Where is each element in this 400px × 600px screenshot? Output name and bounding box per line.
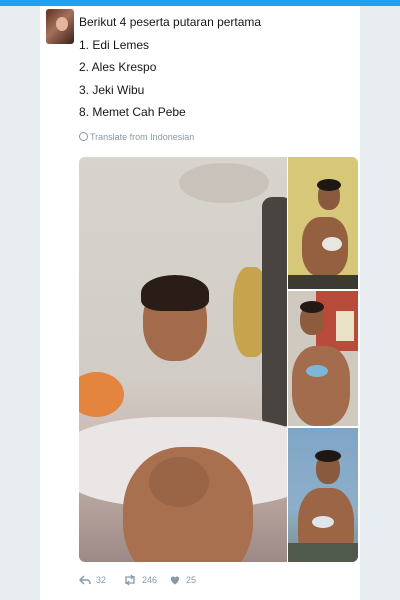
person-hands bbox=[149, 457, 209, 507]
photo-thumb-3[interactable] bbox=[288, 428, 358, 562]
reply-button[interactable]: 32 bbox=[79, 574, 106, 586]
held-object bbox=[322, 237, 342, 251]
reply-icon bbox=[79, 575, 91, 585]
tweet-line-3: 3. Jeki Wibu bbox=[79, 82, 145, 97]
person-hair bbox=[315, 450, 341, 462]
person-hair bbox=[300, 301, 324, 313]
curtain bbox=[262, 197, 287, 427]
floor bbox=[288, 275, 358, 289]
globe-icon bbox=[79, 132, 88, 141]
person-hair bbox=[141, 275, 209, 311]
translate-label: Translate from Indonesian bbox=[90, 132, 195, 142]
photo-main[interactable] bbox=[79, 157, 287, 562]
tweet-card: Berikut 4 peserta putaran pertama 1. Edi… bbox=[40, 6, 360, 600]
like-button[interactable]: 25 bbox=[169, 574, 196, 586]
poster-inner bbox=[336, 311, 354, 341]
floor bbox=[288, 543, 358, 562]
tweet-actions: 32 246 25 bbox=[79, 574, 349, 594]
tweet-line-intro: Berikut 4 peserta putaran pertama bbox=[79, 15, 262, 29]
heart-icon bbox=[170, 576, 180, 585]
tweet-line-1: 1. Edi Lemes bbox=[79, 37, 150, 52]
wall-stain bbox=[179, 163, 269, 203]
photo-thumb-2[interactable] bbox=[288, 291, 358, 426]
pillow bbox=[79, 372, 124, 417]
tweet-line-2: 2. Ales Krespo bbox=[79, 60, 157, 74]
translate-link[interactable]: Translate from Indonesian bbox=[79, 132, 194, 142]
person-hair bbox=[317, 179, 341, 191]
reply-count: 32 bbox=[96, 575, 107, 585]
media-grid bbox=[79, 157, 358, 562]
retweet-button[interactable]: 246 bbox=[123, 574, 157, 586]
photo-thumb-1[interactable] bbox=[288, 157, 358, 289]
avatar[interactable] bbox=[46, 9, 74, 44]
tweet-text: Berikut 4 peserta putaran pertama 1. Edi… bbox=[79, 11, 349, 124]
held-object bbox=[312, 516, 334, 528]
retweet-icon bbox=[125, 574, 135, 586]
person-torso bbox=[292, 346, 350, 426]
tweet-line-4: 8. Memet Cah Pebe bbox=[79, 105, 186, 119]
retweet-count: 246 bbox=[142, 575, 158, 585]
held-object bbox=[306, 365, 328, 377]
like-count: 25 bbox=[186, 575, 197, 585]
